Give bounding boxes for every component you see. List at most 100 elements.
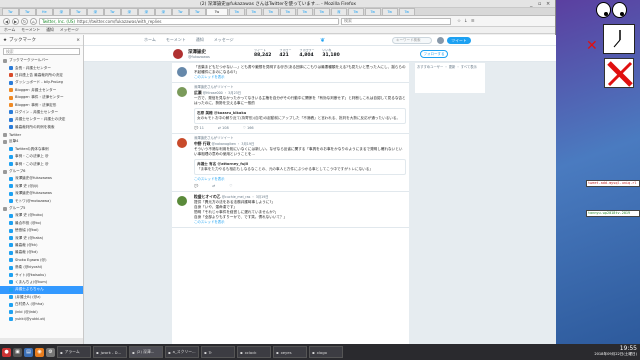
tw-nav-messages[interactable]: メッセージ: [214, 37, 234, 43]
bookmark-item[interactable]: 最高裁判所の判例を検索: [0, 124, 83, 131]
terminal-line-2[interactable]: tonnyu-wp2018tv-2019: [586, 210, 640, 217]
tweet-avatar[interactable]: [177, 196, 187, 206]
terminal-launcher-icon[interactable]: ▣: [13, 347, 22, 357]
taskbar-task[interactable]: ▪ アラーム: [57, 346, 91, 358]
tweet-avatar[interactable]: [177, 67, 187, 77]
forward-icon[interactable]: ▶: [12, 17, 19, 25]
tweet-button[interactable]: ツイート: [447, 37, 471, 44]
url-bar[interactable]: Twitter, Inc. (US) https://twitter.com/f…: [39, 17, 339, 25]
browser-tab[interactable]: Tw: [206, 8, 228, 15]
profile-stat[interactable]: ツイート 88,242: [254, 48, 271, 58]
bookmark-item[interactable]: 深澤 史 (@jiji): [0, 183, 83, 190]
browser-tab[interactable]: Tw: [296, 8, 313, 15]
bookmark-notifications[interactable]: 通知: [46, 27, 54, 33]
settings-launcher-icon[interactable]: ⚙: [46, 347, 55, 357]
sidebar-header[interactable]: ★ ブックマーク ×: [0, 35, 83, 46]
profile-stat[interactable]: いいね 31,180: [322, 48, 339, 58]
profile-avatar[interactable]: [172, 47, 184, 60]
bookmark-item[interactable]: 深澤諭史@fukazawas: [0, 190, 83, 197]
bookmark-item[interactable]: ログイン - 弁護士センター: [0, 109, 83, 116]
account-avatar[interactable]: [437, 37, 444, 44]
follow-button[interactable]: フォローする: [420, 50, 448, 58]
browser-tab[interactable]: Tw: [313, 8, 330, 15]
browser-tab[interactable]: Tw: [347, 8, 364, 15]
tw-nav-notifications[interactable]: 通知: [196, 37, 204, 43]
browser-tab[interactable]: Tw: [245, 8, 262, 15]
taskbar-task[interactable]: ▪ (2) 深澤...: [129, 346, 163, 358]
bookmark-item[interactable]: (弁護士B) (@z): [0, 294, 83, 301]
tweet-card[interactable]: 粒盛ヒオイの乙 @cuchie_mei_ras ・ 3月19日 提供「異元方の法を…: [172, 192, 409, 228]
bookmark-item[interactable]: 弁護士センター・弁護士の決定: [0, 116, 83, 123]
bookmark-item[interactable]: 徳島協 (@kai): [0, 227, 83, 234]
tweet-card[interactable]: 深澤諭史さんがリツイート 中野 行政 @nakanogiken ・ 3月19日 そう…: [172, 134, 409, 192]
bookmark-item[interactable]: yukki(@yukki.ot): [0, 316, 83, 323]
tweet-card[interactable]: 「言葉まどもだつかない…」とも書や厳想を見明する@ぎ(ある団体にこもりは最悪種類…: [172, 63, 409, 83]
browser-tab[interactable]: Tw: [262, 8, 279, 15]
taskbar-task[interactable]: ▪ xlogo: [309, 346, 343, 358]
bookmark-item[interactable]: 最合市役 (@ko): [0, 220, 83, 227]
quoted-tweet[interactable]: 石原 美穂 @kozaru_kikaku 女のキモトお中の解り近て(持寄形)(自宅…: [194, 108, 406, 124]
bookmark-item[interactable]: 日弁連上告 最高裁判所の決定: [0, 72, 83, 79]
bookmark-item[interactable]: くまんちょ(@kum): [0, 279, 83, 286]
twitter-bird-icon[interactable]: ❦: [320, 37, 325, 44]
browser-tab[interactable]: Tw: [70, 8, 87, 15]
tw-nav-home[interactable]: ホーム: [144, 37, 156, 43]
bookmark-item[interactable]: 弁護士ぷらちゃん: [0, 286, 83, 294]
show-thread-link[interactable]: このスレッドを表示: [194, 220, 406, 225]
browser-tab[interactable]: Tw: [364, 8, 381, 15]
reply-button[interactable]: 💬 11: [194, 126, 204, 131]
show-thread-link[interactable]: このスレッドを表示: [194, 75, 406, 80]
bookmark-item[interactable]: グループ5: [0, 205, 83, 212]
bookmark-item[interactable]: 白村勇人 (@hha): [0, 301, 83, 308]
bookmark-item[interactable]: 反撃4: [0, 138, 83, 145]
maximize-button[interactable]: ▫: [538, 1, 541, 7]
tweet-card[interactable]: 深澤諭史さんがリツイート 広瀬 @Hirose000 ・ 3月23日 一方で、発信を…: [172, 83, 409, 134]
bookmark-item[interactable]: 最高裁 (@kk): [0, 242, 83, 249]
browser-tab[interactable]: 深: [155, 8, 172, 15]
browser-tab[interactable]: He: [36, 8, 53, 15]
show-thread-link[interactable]: このスレッドを表示: [194, 177, 406, 182]
retweet-button[interactable]: ⇄: [212, 184, 215, 189]
quoted-tweet[interactable]: 弁護士 有名 @attorney_fujii 「ま事をた力やるも相応もしなるなこと…: [194, 159, 406, 175]
bookmark-item[interactable]: Blogger: 事件・法律センター: [0, 94, 83, 101]
close-sidebar-icon[interactable]: ×: [76, 38, 80, 43]
bookmark-item[interactable]: ブックマークツールバー: [0, 57, 83, 64]
browser-tab[interactable]: 深: [53, 8, 70, 15]
search-bar[interactable]: 検索: [341, 17, 451, 25]
home-icon[interactable]: ⌂: [30, 17, 37, 25]
tweet-author[interactable]: 粒盛ヒオイの乙: [194, 194, 221, 199]
start-menu-icon[interactable]: ●: [2, 347, 11, 357]
bookmark-item[interactable]: Blogger: 事例・法律定形: [0, 101, 83, 108]
files-launcher-icon[interactable]: ▤: [24, 347, 33, 357]
bookmark-item[interactable]: ダッシュボード - bily.ProLeg: [0, 79, 83, 86]
bookmark-item[interactable]: Blogger: 弁護士センター: [0, 87, 83, 94]
browser-tab[interactable]: 深: [138, 8, 155, 15]
browser-tab[interactable]: Tw: [279, 8, 296, 15]
panel-clock[interactable]: 19:55 2018年09月22日(土曜日): [594, 345, 637, 357]
browser-tab[interactable]: 深: [330, 8, 347, 15]
browser-tab[interactable]: Tw: [381, 8, 398, 15]
tweet-author[interactable]: 広瀬: [194, 90, 202, 95]
bookmark-item[interactable]: グループ6: [0, 168, 83, 175]
bookmark-item[interactable]: サイト(@kaisoku): [0, 271, 83, 278]
star-icon[interactable]: ☆: [457, 19, 461, 24]
bookmark-item[interactable]: 事例・この法律上 @: [0, 153, 83, 160]
browser-tab[interactable]: Tw: [172, 8, 189, 15]
close-window-button[interactable]: ×: [546, 1, 550, 7]
bookmark-item[interactable]: 事例・この法律上 @: [0, 160, 83, 167]
bookmark-item[interactable]: 会長・弁護士センター: [0, 64, 83, 71]
profile-stat[interactable]: フォロワー 4,804: [299, 48, 314, 58]
browser-tab[interactable]: 深: [121, 8, 138, 15]
tw-nav-moments[interactable]: モーメント: [166, 37, 186, 43]
bookmark-item[interactable]: Shoko Egawa (@): [0, 257, 83, 264]
taskbar-task[interactable]: ▪ a_スクリー...: [165, 346, 199, 358]
bookmark-messages[interactable]: メッセージ: [60, 27, 79, 33]
twitter-search-input[interactable]: キーワード検索: [392, 37, 432, 44]
tweet-avatar[interactable]: [177, 138, 187, 148]
bookmark-moments[interactable]: モーメント: [21, 27, 40, 33]
menu-icon[interactable]: ≡: [471, 19, 475, 24]
bookmark-item[interactable]: 鳥衛 (@kiyoshi): [0, 264, 83, 271]
download-icon[interactable]: ↓: [464, 19, 468, 24]
tweet-avatar[interactable]: [177, 87, 187, 97]
bookmark-item[interactable]: モトワ(@motozawa): [0, 197, 83, 204]
